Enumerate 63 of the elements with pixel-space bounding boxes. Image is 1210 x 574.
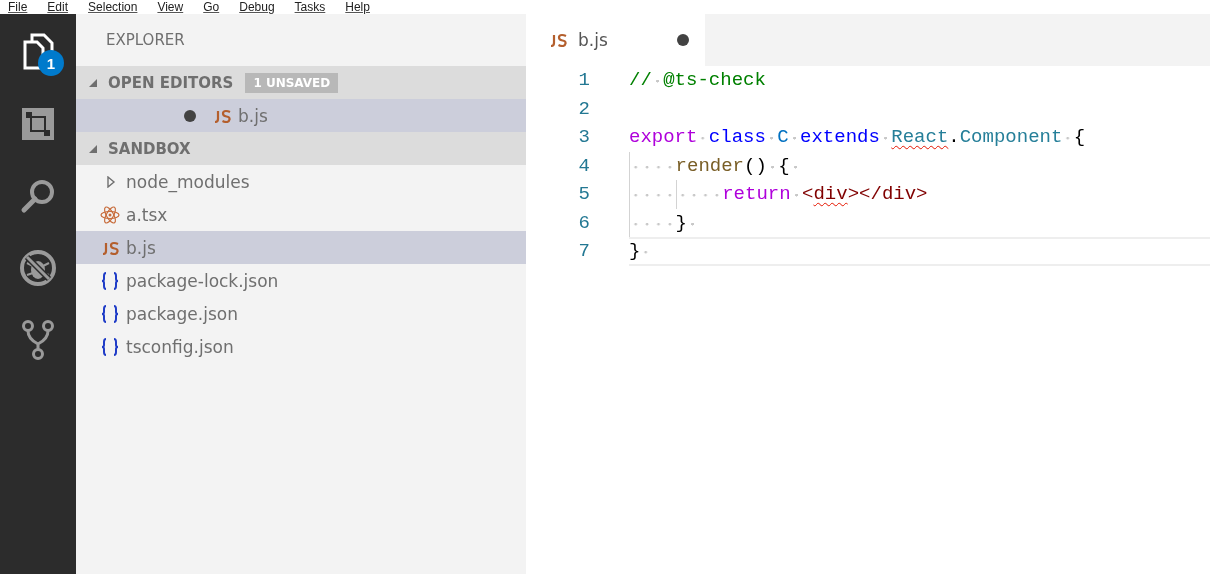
menu-item[interactable]: Edit — [47, 0, 69, 14]
code-token: () { — [744, 154, 790, 177]
code-token: } — [629, 240, 641, 263]
menu-item[interactable]: Tasks — [294, 0, 326, 14]
code-token: < — [802, 183, 814, 206]
line-number: 5 — [577, 183, 590, 206]
source-control-icon — [21, 320, 55, 360]
menu-item[interactable]: Debug — [239, 0, 275, 14]
line-number: 6 — [577, 211, 590, 234]
atom-icon — [98, 204, 122, 225]
folder-row[interactable]: node_modules — [76, 165, 526, 198]
line-number: 4 — [577, 154, 590, 177]
code-token: // @ts-check — [629, 69, 766, 92]
extensions-icon — [21, 107, 55, 141]
section-header[interactable]: SANDBOX — [76, 132, 526, 165]
search-icon — [20, 178, 56, 214]
code-token: { — [1073, 126, 1086, 149]
code-token: return — [722, 183, 791, 206]
code-token: render — [675, 154, 745, 177]
js-file-icon — [548, 33, 568, 47]
section-title: SANDBOX — [108, 139, 191, 158]
explorer-row[interactable]: b.js — [76, 231, 526, 264]
file-name: a.tsx — [126, 204, 168, 225]
file-name: tsconfig.json — [126, 336, 234, 357]
file-name: package-lock.json — [126, 270, 279, 291]
code-token: export — [629, 126, 698, 149]
count-badge: 1 — [38, 50, 64, 76]
code-token: extends — [800, 126, 880, 149]
tab-label: b.js — [578, 30, 608, 50]
line-number: 3 — [577, 126, 590, 149]
file-name: b.js — [126, 237, 156, 258]
menu-item[interactable]: View — [157, 0, 184, 14]
code-token: } — [675, 211, 687, 234]
code-token: React — [891, 126, 949, 149]
code-token: Component — [959, 126, 1063, 149]
menu-item[interactable]: Go — [203, 0, 220, 14]
no-bug-icon — [19, 249, 57, 287]
menu-item[interactable]: Help — [345, 0, 370, 14]
panel-title: EXPLORER — [106, 31, 185, 49]
code-token: C — [777, 126, 789, 149]
explorer-row[interactable]: package.json — [76, 297, 526, 330]
unsaved-badge: 1 UNSAVED — [245, 72, 339, 93]
file-name: b.js — [238, 105, 268, 126]
explorer-row[interactable]: a.tsx — [76, 198, 526, 231]
explorer-row[interactable]: tsconfig.json — [76, 330, 526, 363]
editor-tab[interactable]: b.js — [526, 14, 705, 66]
chevron-icon[interactable] — [106, 175, 116, 188]
menu-item[interactable]: File — [8, 0, 28, 14]
menu-item[interactable]: Selection — [88, 0, 138, 14]
code-token: class — [708, 126, 766, 149]
code-token: ></div> — [847, 183, 928, 206]
open-editor-item[interactable]: b.js — [76, 99, 526, 132]
file-name: package.json — [126, 303, 238, 324]
code-token: div — [813, 183, 848, 206]
line-number: 1 — [577, 69, 590, 92]
section-title: OPEN EDITORS — [108, 73, 234, 92]
line-number: 7 — [577, 240, 590, 263]
file-name: node_modules — [126, 171, 250, 192]
code-token: . — [948, 126, 960, 149]
section-header[interactable]: OPEN EDITORS 1 UNSAVED — [76, 66, 526, 99]
explorer-row[interactable]: package-lock.json — [76, 264, 526, 297]
line-number: 2 — [577, 97, 590, 120]
activity-button[interactable]: 1 — [10, 24, 66, 80]
